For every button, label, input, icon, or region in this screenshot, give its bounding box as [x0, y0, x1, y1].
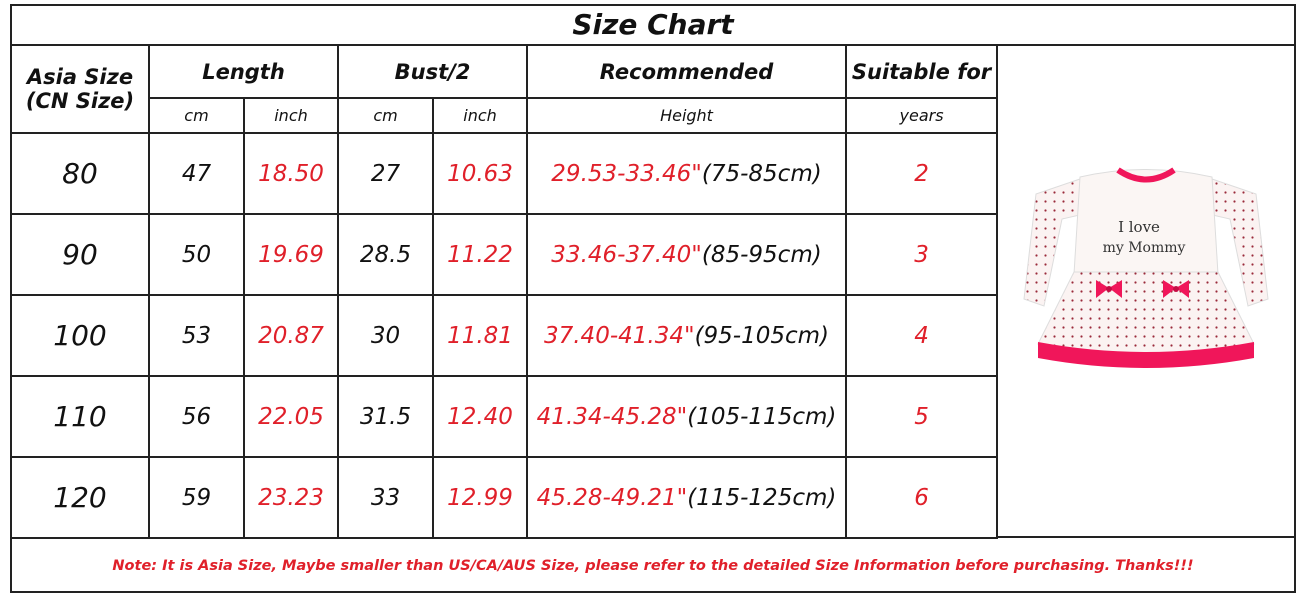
- cell-length-inch: 18.50: [242, 132, 340, 215]
- cell-bust-inch: 11.22: [432, 213, 529, 296]
- cell-length-cm: 56: [148, 375, 245, 458]
- cell-years: 6: [845, 456, 999, 539]
- height-inch-range: 37.40-41.34": [543, 322, 695, 349]
- cell-length-inch: 19.69: [242, 213, 340, 296]
- cell-bust-inch: 12.99: [432, 456, 529, 539]
- chart-title: Size Chart: [10, 4, 1296, 46]
- header-bust: Bust/2: [337, 44, 529, 99]
- height-cm-range: (115-125cm): [687, 484, 837, 511]
- subheader-length-inch: inch: [242, 97, 340, 134]
- cell-bust-cm: 33: [337, 456, 435, 539]
- cell-bust-inch: 12.40: [432, 375, 529, 458]
- dress-illustration: I love my Mommy: [1023, 167, 1269, 368]
- header-asia-size-label: Asia Size: [26, 65, 134, 89]
- cell-size: 110: [10, 375, 150, 458]
- subheader-years: years: [845, 97, 999, 134]
- cell-length-cm: 59: [148, 456, 245, 539]
- cell-years: 2: [845, 132, 999, 215]
- cell-size: 100: [10, 294, 150, 377]
- subheader-bust-inch: inch: [432, 97, 529, 134]
- product-image: I love my Mommy: [996, 44, 1296, 538]
- cell-bust-cm: 31.5: [337, 375, 435, 458]
- size-table: Asia Size (CN Size) Length Bust/2 Recomm…: [10, 44, 999, 539]
- subheader-height: Height: [526, 97, 848, 134]
- height-cm-range: (85-95cm): [701, 241, 822, 268]
- cell-length-inch: 22.05: [242, 375, 340, 458]
- height-cm-range: (75-85cm): [701, 160, 822, 187]
- cell-size: 80: [10, 132, 150, 215]
- cell-height: 29.53-33.46"(75-85cm): [526, 132, 848, 215]
- table-row: 80 47 18.50 27 10.63 29.53-33.46"(75-85cm) 2: [10, 132, 999, 215]
- cell-bust-cm: 27: [337, 132, 435, 215]
- cell-bust-inch: 11.81: [432, 294, 529, 377]
- height-inch-range: 33.46-37.40": [551, 241, 702, 268]
- subheader-bust-cm: cm: [337, 97, 435, 134]
- cell-length-inch: 20.87: [242, 294, 340, 377]
- cell-years: 4: [845, 294, 999, 377]
- size-note: Note: It is Asia Size, Maybe smaller tha…: [112, 557, 1194, 574]
- table-row: 120 59 23.23 33 12.99 45.28-49.21"(115-125cm)…: [10, 456, 999, 539]
- cell-length-cm: 50: [148, 213, 245, 296]
- cell-height: 37.40-41.34"(95-105cm): [526, 294, 848, 377]
- table-row: 100 53 20.87 30 11.81 37.40-41.34"(95-105cm) 4: [10, 294, 999, 377]
- height-cm-range: (105-115cm): [687, 403, 837, 430]
- cell-height: 33.46-37.40"(85-95cm): [526, 213, 848, 296]
- header-length: Length: [147, 44, 340, 99]
- cell-bust-cm: 30: [337, 294, 435, 377]
- height-inch-range: 41.34-45.28": [536, 403, 688, 430]
- cell-height: 41.34-45.28"(105-115cm): [526, 375, 848, 458]
- cell-length-cm: 47: [148, 132, 245, 215]
- dress-print-line1: I love: [1118, 218, 1160, 236]
- cell-height: 45.28-49.21"(115-125cm): [526, 456, 848, 539]
- cell-years: 5: [845, 375, 999, 458]
- height-inch-range: 45.28-49.21": [536, 484, 688, 511]
- cell-bust-inch: 10.63: [432, 132, 529, 215]
- header-cn-size-label: (CN Size): [25, 89, 135, 113]
- cell-years: 3: [845, 213, 999, 296]
- header-suitable: Suitable for: [845, 44, 999, 99]
- height-cm-range: (95-105cm): [694, 322, 830, 349]
- height-inch-range: 29.53-33.46": [551, 160, 702, 187]
- dress-print-line2: my Mommy: [1103, 240, 1186, 256]
- header-recommended: Recommended: [526, 44, 848, 99]
- table-row: 110 56 22.05 31.5 12.40 41.34-45.28"(105-115c…: [10, 375, 999, 458]
- cell-length-cm: 53: [148, 294, 245, 377]
- cell-length-inch: 23.23: [242, 456, 340, 539]
- header-asia-size: Asia Size (CN Size): [10, 44, 150, 134]
- cell-size: 120: [10, 456, 150, 539]
- subheader-length-cm: cm: [148, 97, 245, 134]
- cell-size: 90: [10, 213, 150, 296]
- cell-bust-cm: 28.5: [337, 213, 435, 296]
- table-row: 90 50 19.69 28.5 11.22 33.46-37.40"(85-95cm) 3: [10, 213, 999, 296]
